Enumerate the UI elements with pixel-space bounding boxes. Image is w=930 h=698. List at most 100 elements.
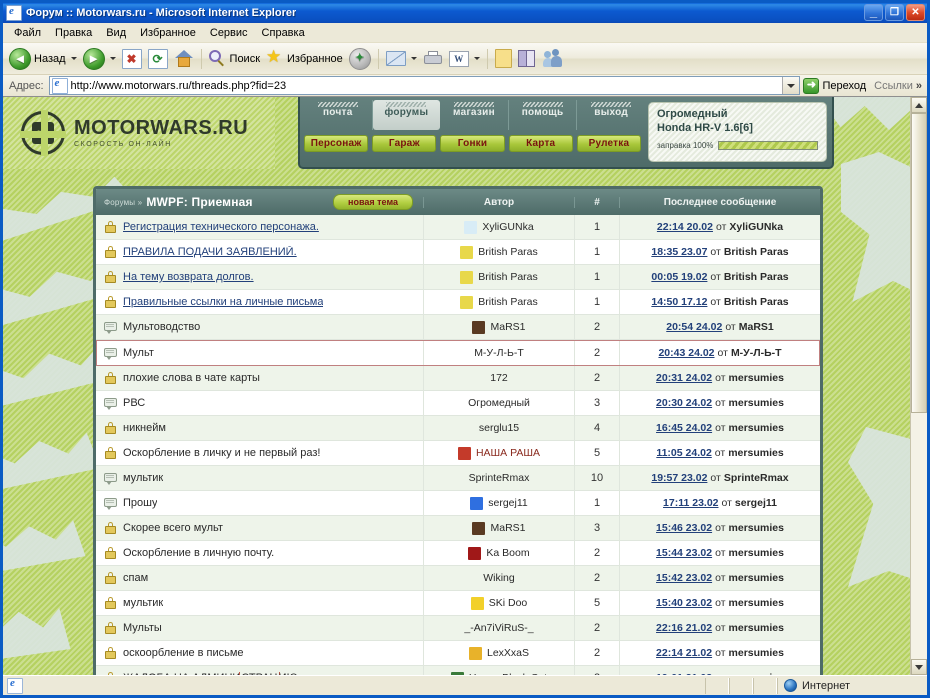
search-button[interactable]: Поиск xyxy=(206,46,263,72)
topic-title[interactable]: плохие слова в чате карты xyxy=(123,372,260,384)
breadcrumb[interactable]: Форумы » xyxy=(104,198,142,207)
table-row[interactable]: ПРАВИЛА ПОДАЧИ ЗАЯВЛЕНИЙ. British Paras 1 1… xyxy=(96,240,820,265)
last-post-user[interactable]: mersumies xyxy=(729,397,784,409)
last-post-user[interactable]: XyliGUNka xyxy=(729,221,783,233)
address-dropdown-icon[interactable] xyxy=(782,77,800,94)
favorites-button[interactable]: Избранное xyxy=(263,46,346,72)
last-post-user[interactable]: sergej11 xyxy=(735,497,777,509)
topic-title[interactable]: Мульты xyxy=(123,622,162,634)
topic-title[interactable]: мультик xyxy=(123,472,163,484)
new-topic-button[interactable]: новая тема xyxy=(333,194,413,210)
last-post-user[interactable]: mersumies xyxy=(729,372,784,384)
table-row[interactable]: плохие слова в чате карты 172 2 20:31 24.02… xyxy=(96,366,820,391)
scrollbar-track[interactable] xyxy=(911,113,927,659)
table-row[interactable]: Правильные ссылки на личные письма Britis… xyxy=(96,290,820,315)
topic-title[interactable]: Оскорбление в личку и не первый раз! xyxy=(123,447,320,459)
menu-item-edit[interactable]: Правка xyxy=(48,25,99,41)
nav-tab-shop[interactable]: магазин xyxy=(440,100,509,130)
scroll-down-button[interactable] xyxy=(911,659,927,675)
nav-button-garage[interactable]: Гараж xyxy=(372,135,437,152)
author-name[interactable]: British Paras xyxy=(478,246,538,258)
last-post-time[interactable]: 16:45 24.02 xyxy=(656,422,712,434)
forward-history-dropdown[interactable] xyxy=(108,47,119,71)
menu-item-view[interactable]: Вид xyxy=(99,25,133,41)
last-post-user[interactable]: British Paras xyxy=(724,296,789,308)
topic-title[interactable]: ПРАВИЛА ПОДАЧИ ЗАЯВЛЕНИЙ. xyxy=(123,246,297,258)
nav-tab-mail[interactable]: почта xyxy=(304,100,373,130)
author-name[interactable]: М-У-Л-Ь-Т xyxy=(474,347,524,359)
go-button[interactable]: ➜ Переход xyxy=(800,77,871,94)
mail-button[interactable] xyxy=(383,46,409,72)
author-name[interactable]: Ka Boom xyxy=(486,547,529,559)
last-post-user[interactable]: mersumies xyxy=(729,572,784,584)
topic-title[interactable]: мультик xyxy=(123,597,163,609)
author-name[interactable]: British Paras xyxy=(478,296,538,308)
author-name[interactable]: 172 xyxy=(490,372,508,384)
table-row[interactable]: мультик SKi Doo 5 15:40 23.02 от mersumies xyxy=(96,591,820,616)
last-post-time[interactable]: 22:14 20.02 xyxy=(657,221,713,233)
nav-tab-forums[interactable]: форумы xyxy=(372,100,441,130)
scroll-up-button[interactable] xyxy=(911,97,927,113)
site-logo[interactable]: m MOTORWARS.RU СКОРОСТЬ ОН-ЛАЙН xyxy=(3,97,275,169)
topic-title[interactable]: Оскорбление в личную почту. xyxy=(123,547,274,559)
last-post-user[interactable]: mersumies xyxy=(729,647,784,659)
back-button[interactable]: ◄ Назад xyxy=(6,46,69,72)
media-button[interactable]: ✦ xyxy=(346,46,374,72)
last-post-time[interactable]: 20:54 24.02 xyxy=(666,321,722,333)
nav-button-character[interactable]: Персонаж xyxy=(304,135,369,152)
menu-item-tools[interactable]: Сервис xyxy=(203,25,255,41)
last-post-time[interactable]: 15:46 23.02 xyxy=(656,522,712,534)
last-post-user[interactable]: MaRS1 xyxy=(739,321,774,333)
last-post-user[interactable]: М-У-Л-Ь-Т xyxy=(731,347,782,359)
last-post-time[interactable]: 15:40 23.02 xyxy=(656,597,712,609)
table-row[interactable]: На тему возврата долгов. British Paras 1 00… xyxy=(96,265,820,290)
author-name[interactable]: LexXxaS xyxy=(487,647,529,659)
table-row[interactable]: Мульт М-У-Л-Ь-Т 2 20:43 24.02 от М-У-Л-Ь-Т xyxy=(96,340,820,366)
last-post-user[interactable]: mersumies xyxy=(729,547,784,559)
topic-title[interactable]: никнейм xyxy=(123,422,166,434)
nav-tab-help[interactable]: помощь xyxy=(509,100,578,130)
author-name[interactable]: XyliGUNka xyxy=(482,221,533,233)
last-post-user[interactable]: British Paras xyxy=(724,271,789,283)
author-name[interactable]: MaRS1 xyxy=(490,321,525,333)
vertical-scrollbar[interactable] xyxy=(910,97,927,675)
notes-button[interactable] xyxy=(492,46,515,72)
last-post-time[interactable]: 20:30 24.02 xyxy=(656,397,712,409)
forward-button[interactable]: ► xyxy=(80,46,108,72)
last-post-user[interactable]: mersumies xyxy=(729,622,784,634)
table-row[interactable]: РВС Огромедный 3 20:30 24.02 от mersumies xyxy=(96,391,820,416)
messenger-button[interactable] xyxy=(540,46,566,72)
menu-item-file[interactable]: Файл xyxy=(7,25,48,41)
stop-button[interactable]: ✖ xyxy=(119,46,145,72)
topic-title[interactable]: РВС xyxy=(123,397,145,409)
author-name[interactable]: _-An7iViRuS-_ xyxy=(464,622,533,634)
last-post-time[interactable]: 00:05 19.02 xyxy=(651,271,707,283)
table-row[interactable]: Мульты _-An7iViRuS-_ 2 22:16 21.02 от mersumi… xyxy=(96,616,820,641)
table-row[interactable]: Мультоводство MaRS1 2 20:54 24.02 от MaRS1 xyxy=(96,315,820,340)
last-post-time[interactable]: 14:50 17.12 xyxy=(651,296,707,308)
last-post-time[interactable]: 17:11 23.02 xyxy=(663,497,718,509)
nav-button-map[interactable]: Карта xyxy=(508,135,573,152)
links-chevron-icon[interactable]: » xyxy=(916,80,925,92)
last-post-user[interactable]: mersumies xyxy=(729,422,784,434)
author-name[interactable]: British Paras xyxy=(478,271,538,283)
topic-title[interactable]: Скорее всего мульт xyxy=(123,522,223,534)
author-name[interactable]: SprinteRmax xyxy=(469,472,530,484)
links-label[interactable]: Ссылки xyxy=(871,80,916,92)
topic-title[interactable]: оскоорбление в письме xyxy=(123,647,244,659)
last-post-time[interactable]: 22:16 21.02 xyxy=(656,622,712,634)
last-post-user[interactable]: British Paras xyxy=(724,246,789,258)
author-name[interactable]: SKi Doo xyxy=(489,597,528,609)
topic-title[interactable]: Мульт xyxy=(123,347,154,359)
author-name[interactable]: Огромедный xyxy=(468,397,530,409)
last-post-time[interactable]: 20:31 24.02 xyxy=(656,372,712,384)
author-name[interactable]: serglu15 xyxy=(479,422,519,434)
address-input[interactable]: http://www.motorwars.ru/threads.php?fid=… xyxy=(48,76,801,95)
nav-tab-logout[interactable]: выход xyxy=(577,100,645,130)
minimize-button[interactable]: _ xyxy=(864,4,883,21)
menu-item-favorites[interactable]: Избранное xyxy=(133,25,203,41)
table-row[interactable]: Оскорбление в личку и не первый раз! НАША… xyxy=(96,441,820,466)
last-post-user[interactable]: mersumies xyxy=(728,447,783,459)
edit-button[interactable]: W xyxy=(446,46,472,72)
last-post-time[interactable]: 19:57 23.02 xyxy=(651,472,707,484)
